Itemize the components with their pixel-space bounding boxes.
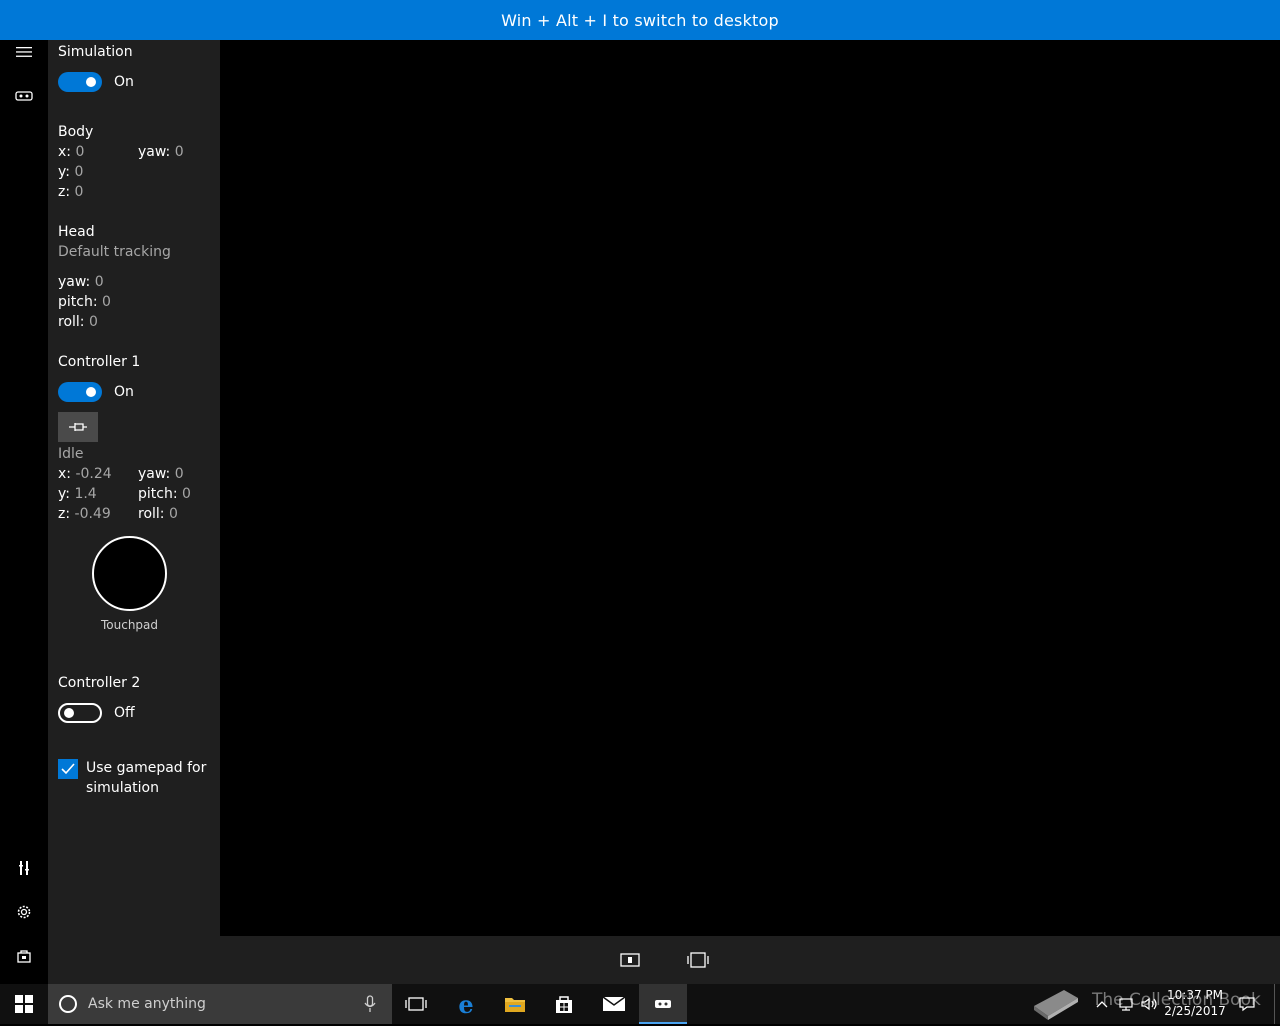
touchpad[interactable] xyxy=(92,536,167,611)
simulation-heading: Simulation xyxy=(58,44,133,60)
store-icon[interactable] xyxy=(12,944,36,968)
simulation-viewport[interactable] xyxy=(220,40,1280,936)
store-taskbar-icon[interactable] xyxy=(540,984,588,1024)
controller1-status: Idle xyxy=(58,446,84,462)
clock[interactable]: 10:37 PM 2/25/2017 xyxy=(1162,987,1228,1019)
gamepad-label-line1: Use gamepad for xyxy=(86,760,207,776)
body-z[interactable]: z: 0 xyxy=(58,184,83,200)
checkmark-icon xyxy=(61,763,75,775)
controller1-x[interactable]: x: -0.24 xyxy=(58,466,112,482)
controller1-roll[interactable]: roll: 0 xyxy=(138,506,178,522)
show-hidden-icons-chevron-icon[interactable] xyxy=(1090,984,1114,1024)
body-x[interactable]: x: 0 xyxy=(58,144,84,160)
edge-browser-icon[interactable]: e xyxy=(442,984,490,1024)
task-view-icon[interactable] xyxy=(392,984,440,1024)
body-heading: Body xyxy=(58,124,94,140)
start-button[interactable] xyxy=(0,984,48,1024)
head-yaw[interactable]: yaw: 0 xyxy=(58,274,104,290)
simulation-toggle-state: On xyxy=(114,74,134,90)
controller2-heading: Controller 2 xyxy=(58,675,141,691)
head-roll[interactable]: roll: 0 xyxy=(58,314,98,330)
head-pitch[interactable]: pitch: 0 xyxy=(58,294,111,310)
gear-icon[interactable] xyxy=(12,900,36,924)
network-icon[interactable] xyxy=(1114,984,1138,1024)
controller1-pitch[interactable]: pitch: 0 xyxy=(138,486,191,502)
controller1-toggle[interactable] xyxy=(58,382,102,402)
file-explorer-icon[interactable] xyxy=(491,984,539,1024)
controller1-z[interactable]: z: -0.49 xyxy=(58,506,111,522)
mail-icon[interactable] xyxy=(590,984,638,1024)
banner-text: Win + Alt + I to switch to desktop xyxy=(501,10,779,30)
search-placeholder: Ask me anything xyxy=(88,996,206,1012)
cortana-search-box[interactable]: Ask me anything xyxy=(48,984,392,1024)
cortana-icon xyxy=(59,995,77,1013)
action-center-icon[interactable] xyxy=(1234,984,1260,1024)
simulation-toggle[interactable] xyxy=(58,72,102,92)
watermark-book-icon xyxy=(1030,976,1082,1026)
controller2-toggle-state: Off xyxy=(114,705,135,721)
gamepad-checkbox[interactable] xyxy=(58,759,78,779)
fullscreen-mode-icon[interactable] xyxy=(686,950,710,970)
clock-time: 10:37 PM xyxy=(1167,988,1223,1002)
touchpad-label: Touchpad xyxy=(100,618,159,632)
show-desktop-divider xyxy=(1274,984,1275,1024)
window-mode-icon[interactable] xyxy=(618,950,642,970)
controller1-yaw[interactable]: yaw: 0 xyxy=(138,466,184,482)
taskbar: Ask me anything e The Collection Book 10… xyxy=(0,984,1280,1024)
switch-desktop-banner: Win + Alt + I to switch to desktop xyxy=(0,0,1280,40)
viewport-toolbar xyxy=(220,936,1280,984)
tools-icon[interactable] xyxy=(12,856,36,880)
nav-rail xyxy=(0,40,48,984)
simulation-panel: Simulation On Body x: 0 yaw: 0 y: 0 z: 0… xyxy=(48,40,220,984)
body-y[interactable]: y: 0 xyxy=(58,164,83,180)
body-yaw[interactable]: yaw: 0 xyxy=(138,144,184,160)
controller1-heading: Controller 1 xyxy=(58,354,141,370)
controller1-y[interactable]: y: 1.4 xyxy=(58,486,97,502)
gamepad-label-line2: simulation xyxy=(86,780,159,796)
pin-button[interactable] xyxy=(58,412,98,442)
volume-icon[interactable] xyxy=(1138,984,1162,1024)
head-tracking-mode[interactable]: Default tracking xyxy=(58,244,171,260)
microphone-icon[interactable] xyxy=(364,995,376,1013)
head-heading: Head xyxy=(58,224,95,240)
headset-icon[interactable] xyxy=(12,84,36,108)
windows-logo-icon xyxy=(15,995,33,1013)
clock-date: 2/25/2017 xyxy=(1164,1004,1226,1018)
controller2-toggle[interactable] xyxy=(58,703,102,723)
controller1-toggle-state: On xyxy=(114,384,134,400)
mixed-reality-app-icon[interactable] xyxy=(639,984,687,1024)
hamburger-menu-icon[interactable] xyxy=(12,40,36,64)
pin-icon xyxy=(69,423,87,431)
